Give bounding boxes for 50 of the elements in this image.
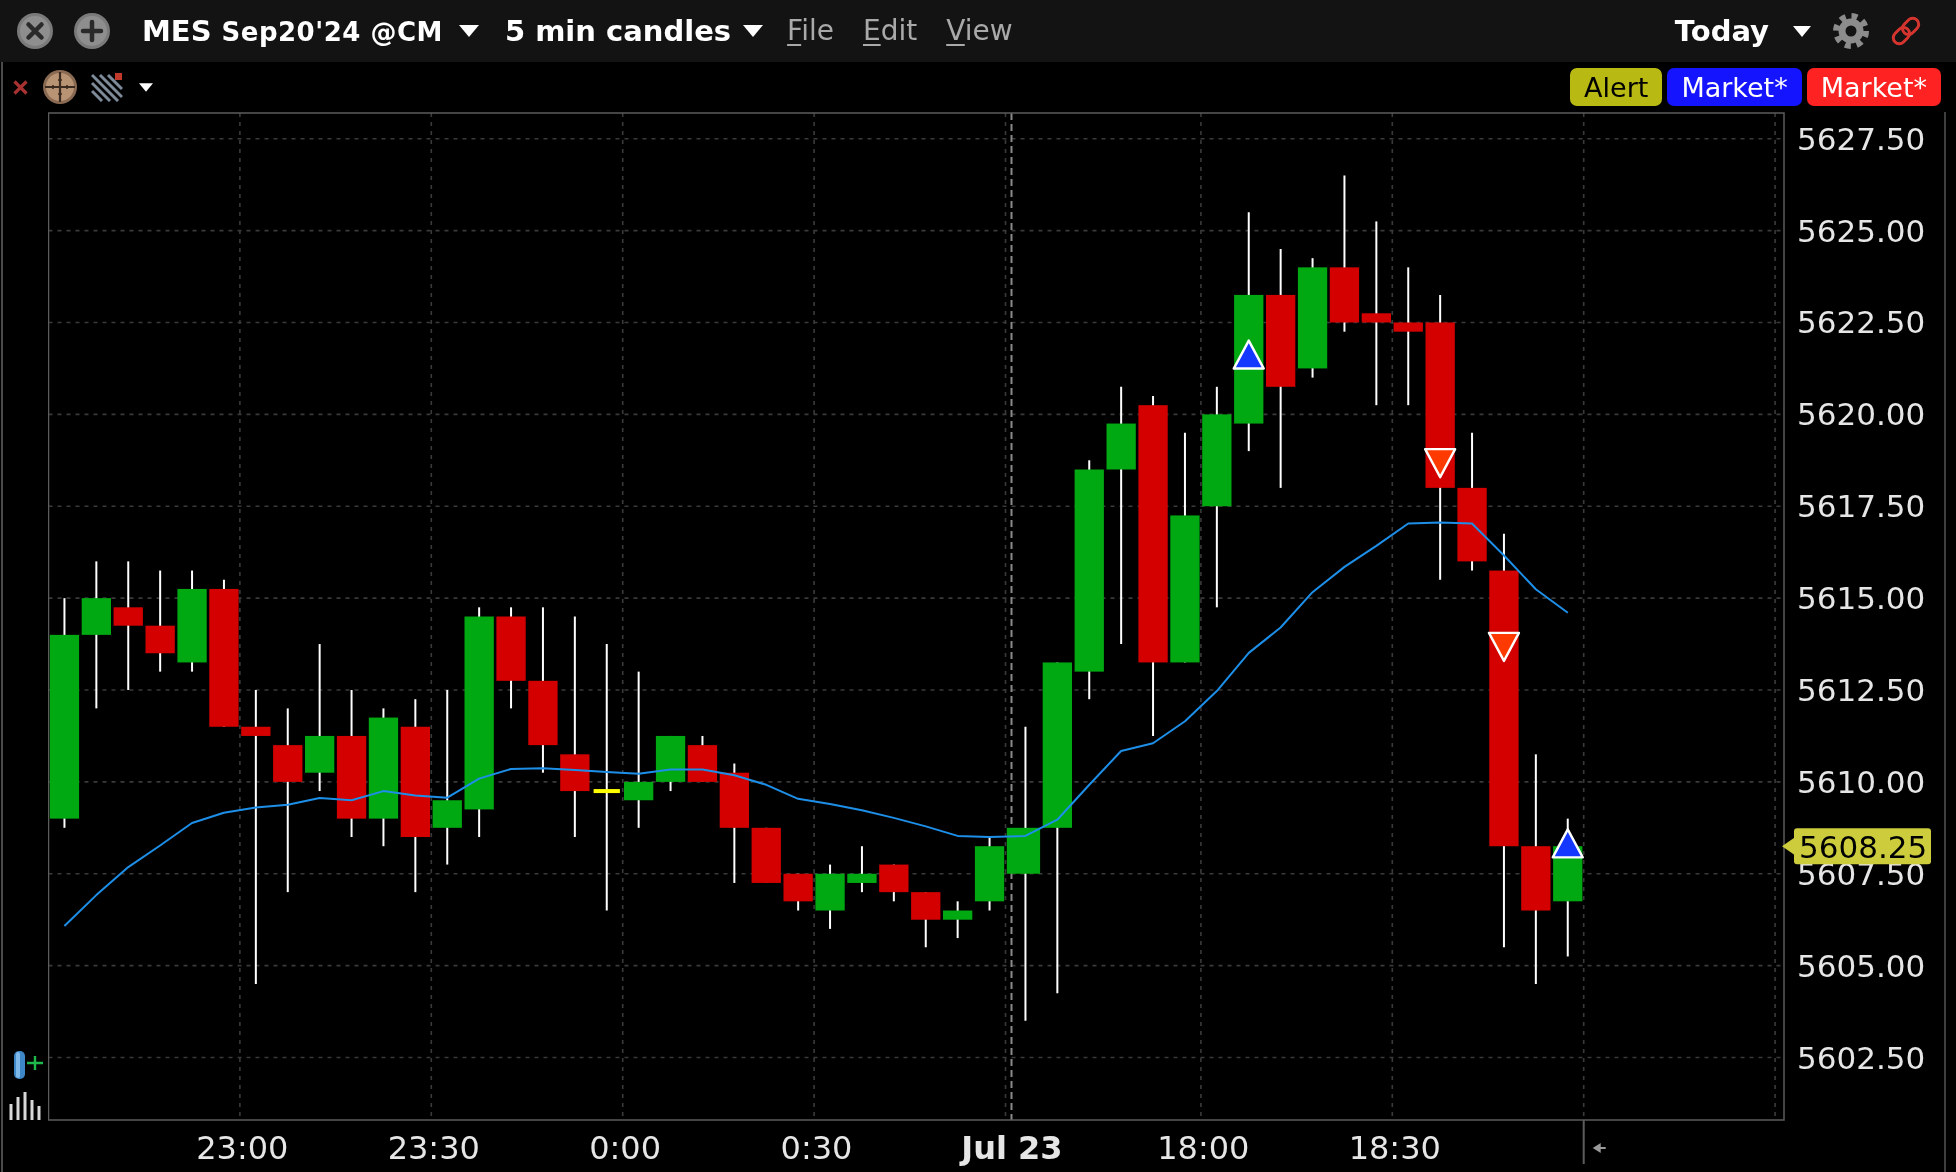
order-button[interactable]: Market* <box>1667 68 1802 106</box>
close-icon[interactable] <box>16 12 54 50</box>
add-icon[interactable] <box>73 12 111 50</box>
price-axis-label: 5627.50 <box>1797 120 1926 157</box>
candlestick <box>751 826 781 884</box>
range-dropdown[interactable]: Today <box>1674 16 1811 46</box>
price-axis-label: 5610.00 <box>1797 763 1926 800</box>
candlestick <box>815 863 845 930</box>
triangle-up-marker <box>1551 828 1584 859</box>
caret-icon <box>139 82 153 92</box>
capsule-plus-icon[interactable] <box>13 1050 43 1080</box>
price-axis-label: 5602.50 <box>1797 1039 1926 1076</box>
interval-dropdown[interactable]: 5 min candles <box>504 16 764 46</box>
candlestick <box>879 863 909 903</box>
diagonal-lines-icon[interactable] <box>91 72 123 102</box>
caret-icon <box>458 25 479 37</box>
triangle-down-marker <box>1423 447 1457 479</box>
link-icon[interactable] <box>1889 14 1923 48</box>
left-arrow-icon[interactable] <box>1592 1143 1607 1153</box>
settings-icon[interactable] <box>1833 13 1869 49</box>
bar-chart-icon[interactable] <box>9 1092 43 1120</box>
time-axis-label: 23:00 <box>196 1129 289 1167</box>
candlestick <box>911 891 941 949</box>
triangle-up-marker <box>1232 339 1265 370</box>
close-icon[interactable] <box>13 79 28 95</box>
contract-dropdown[interactable]: MES Sep20'24 @CM <box>142 16 479 46</box>
price-axis-label: 5625.00 <box>1797 212 1926 249</box>
menu-item[interactable]: File <box>787 17 834 45</box>
menu-item[interactable]: View <box>946 17 1013 45</box>
candlestick <box>783 872 813 912</box>
candlestick <box>847 845 877 894</box>
caret-icon <box>743 25 764 37</box>
crosshair-icon[interactable] <box>42 69 78 105</box>
time-axis-label: 23:30 <box>387 1129 480 1167</box>
price-axis-label: 5617.50 <box>1797 488 1926 525</box>
time-axis-label: 0:00 <box>589 1129 662 1167</box>
time-axis-label: 18:00 <box>1157 1129 1250 1167</box>
triangle-down-marker <box>1487 631 1521 663</box>
time-axis-label: 0:30 <box>780 1129 853 1167</box>
caret-icon <box>1793 25 1811 37</box>
price-axis-label: 5605.00 <box>1797 947 1926 984</box>
order-button[interactable]: Market* <box>1806 68 1941 106</box>
time-axis-label: 18:30 <box>1348 1129 1441 1167</box>
order-button[interactable]: Alert <box>1570 68 1663 106</box>
price-axis-label: 5615.00 <box>1797 580 1926 617</box>
price-axis-label: 5620.00 <box>1797 396 1926 433</box>
time-axis-label: Jul 23 <box>961 1129 1063 1167</box>
price-axis-label: 5612.50 <box>1797 672 1926 708</box>
price-axis-label: 5622.50 <box>1797 304 1926 341</box>
menu-item[interactable]: Edit <box>862 17 918 45</box>
